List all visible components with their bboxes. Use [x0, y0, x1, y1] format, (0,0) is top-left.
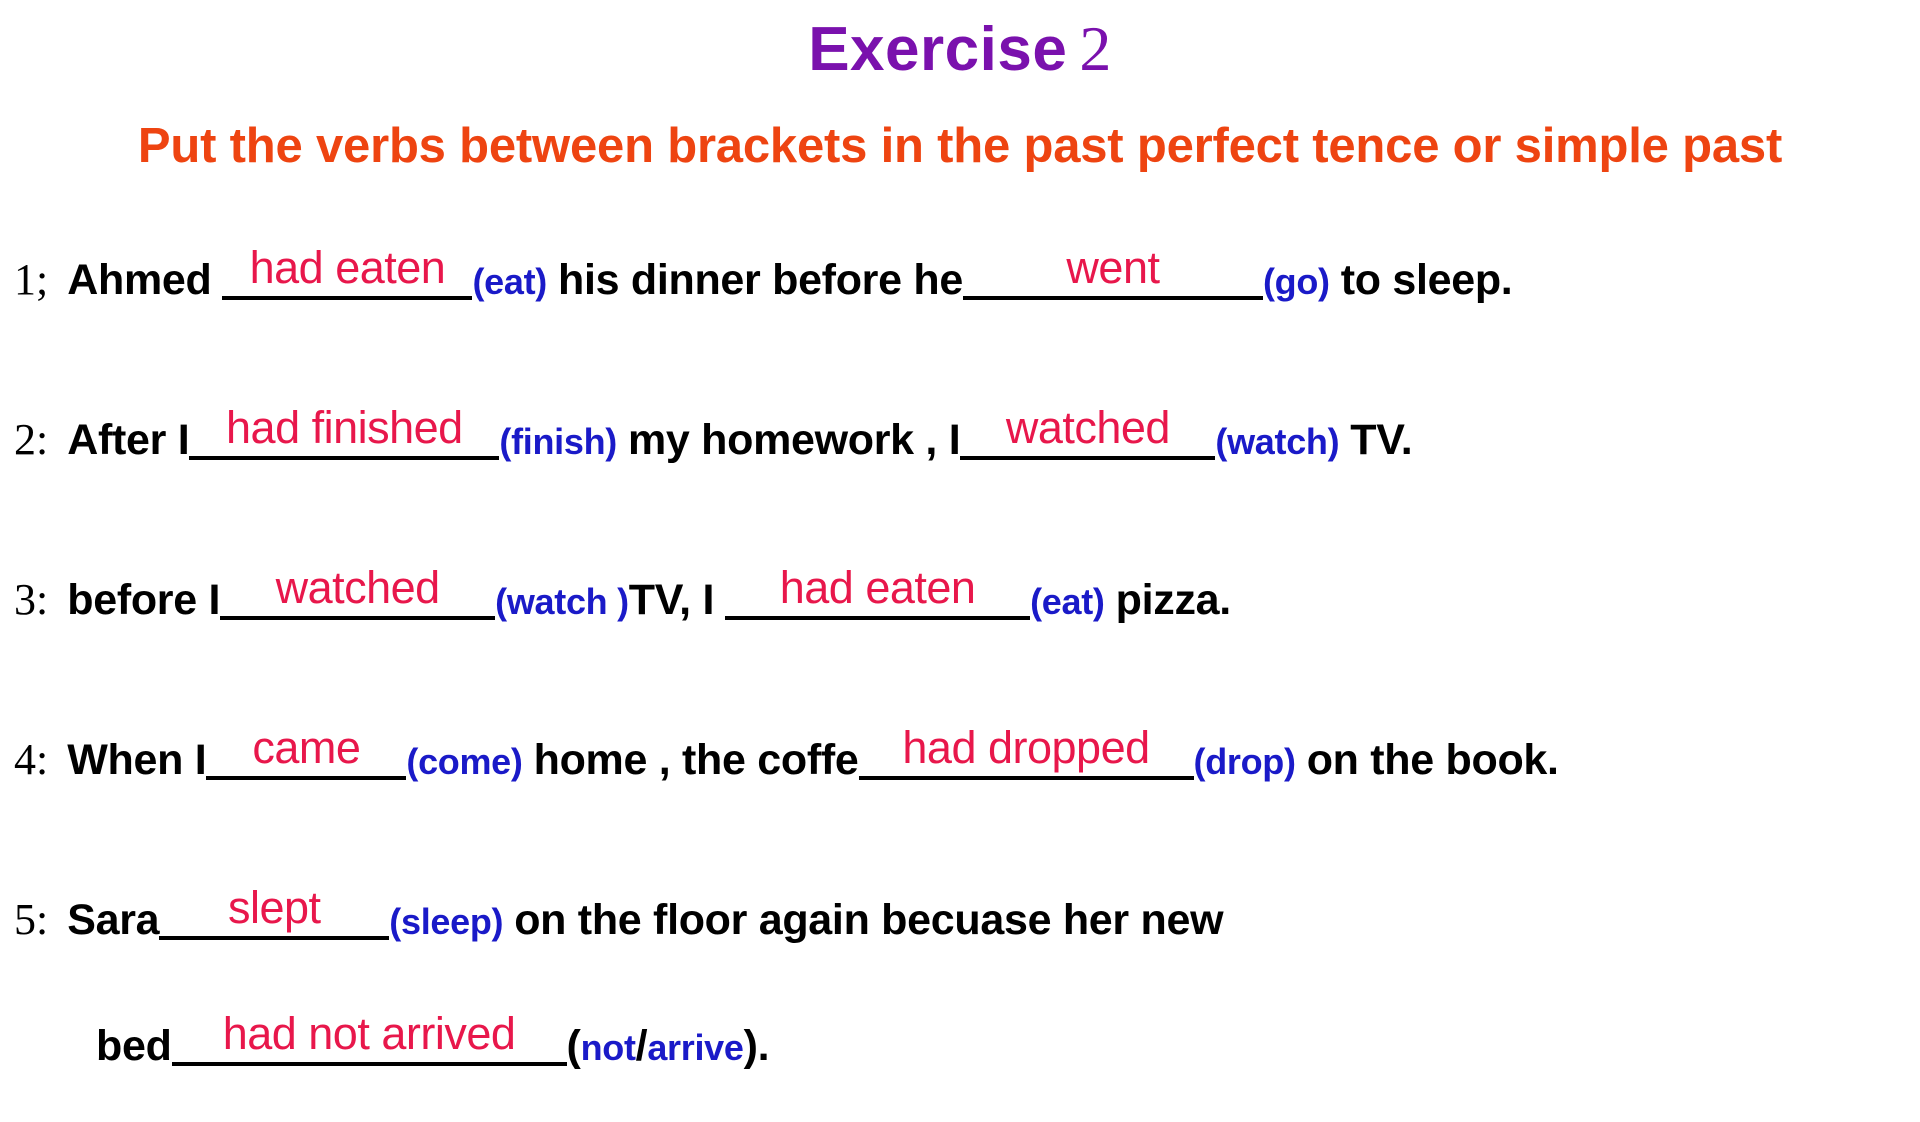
answer-blank-4b[interactable]: had dropped	[858, 722, 1194, 780]
cue-open-paren: (	[566, 1022, 581, 1070]
question-row-2: 2: After I had finished (finish) my homework…	[0, 402, 1920, 566]
question-number-1: 1;	[14, 255, 49, 304]
question-3-lead: before I	[67, 576, 221, 624]
verb-cue-2a: (finish)	[499, 421, 617, 462]
question-row-5: 5: Sara slept (sleep) on the floor again bec…	[0, 882, 1920, 1012]
verb-cue-1a: (eat)	[472, 261, 547, 302]
question-4-lead: When I	[67, 736, 207, 784]
answer-blank-3b[interactable]: had eaten	[725, 562, 1031, 620]
cue-slash: /	[635, 1022, 648, 1070]
answer-blank-3a[interactable]: watched	[220, 562, 496, 620]
question-number-2: 2:	[14, 415, 49, 464]
answer-text-5b: had not arrived	[222, 1008, 516, 1059]
question-5-tail: on the floor again becuase her new	[514, 896, 1224, 944]
instruction-text: Put the verbs between brackets in the pa…	[137, 119, 1783, 173]
verb-cue-5a: (sleep)	[389, 901, 504, 942]
page-title: Exercise 2	[0, 12, 1920, 86]
question-row-1: 1; Ahmed had eaten (eat) his dinner before h…	[0, 242, 1920, 406]
question-3-mid: TV, I	[628, 576, 715, 624]
question-1-mid: his dinner before he	[557, 256, 963, 304]
answer-text-4a: came	[252, 722, 361, 773]
verb-cue-1b: (go)	[1262, 261, 1330, 302]
answer-text-3b: had eaten	[779, 562, 976, 613]
answer-text-1b: went	[1066, 242, 1160, 293]
answer-blank-2b[interactable]: watched	[960, 402, 1216, 460]
continuation-lead: bed	[96, 1022, 172, 1070]
answer-blank-1a[interactable]: had eaten	[222, 242, 473, 300]
verb-cue-arrive: arrive	[647, 1027, 744, 1068]
continuation-tail: ).	[743, 1022, 770, 1070]
verb-cue-2b: (watch)	[1215, 421, 1340, 462]
question-2-mid: my homework , I	[627, 416, 961, 464]
question-1-tail: to sleep.	[1340, 256, 1513, 304]
question-number-3: 3:	[14, 575, 49, 624]
question-number-5: 5:	[14, 895, 49, 944]
question-2-lead: After I	[67, 416, 190, 464]
question-3-tail: pizza.	[1115, 576, 1232, 624]
question-2-tail: TV.	[1350, 416, 1413, 464]
answer-text-2b: watched	[1005, 402, 1171, 453]
answer-blank-1b[interactable]: went	[962, 242, 1263, 300]
verb-cue-4a: (come)	[406, 741, 523, 782]
question-1-lead: Ahmed	[67, 256, 212, 304]
question-row-3: 3: before I watched (watch )TV, I had eaten (…	[0, 562, 1920, 726]
answer-blank-5a[interactable]: slept	[159, 882, 390, 940]
answer-blank-5b[interactable]: had not arrived	[171, 1008, 567, 1066]
question-list: 1; Ahmed had eaten (eat) his dinner before h…	[0, 242, 1920, 1122]
worksheet-page: Exercise 2 Put the verbs between brackets…	[0, 0, 1920, 1080]
answer-blank-4a[interactable]: came	[206, 722, 407, 780]
answer-text-1a: had eaten	[249, 242, 446, 293]
question-4-tail: on the book.	[1306, 736, 1559, 784]
question-row-4: 4: When I came (come) home , the coffe had dr…	[0, 722, 1920, 886]
answer-text-2a: had finished	[226, 402, 463, 453]
answer-text-3a: watched	[275, 562, 441, 613]
page-title-word: Exercise	[808, 15, 1068, 84]
answer-text-5a: slept	[228, 882, 321, 933]
question-row-5-continuation: bed had not arrived (not/arrive).	[0, 1008, 1920, 1122]
verb-cue-3b: (eat)	[1030, 581, 1105, 622]
page-title-number: 2	[1079, 13, 1112, 84]
verb-cue-not: not	[580, 1027, 636, 1068]
verb-cue-4b: (drop)	[1193, 741, 1296, 782]
answer-text-4b: had dropped	[902, 722, 1150, 773]
question-number-4: 4:	[14, 735, 49, 784]
answer-blank-2a[interactable]: had finished	[189, 402, 500, 460]
verb-cue-3a: (watch )	[495, 581, 629, 622]
question-4-mid: home , the coffe	[533, 736, 859, 784]
question-5-lead: Sara	[67, 896, 160, 944]
